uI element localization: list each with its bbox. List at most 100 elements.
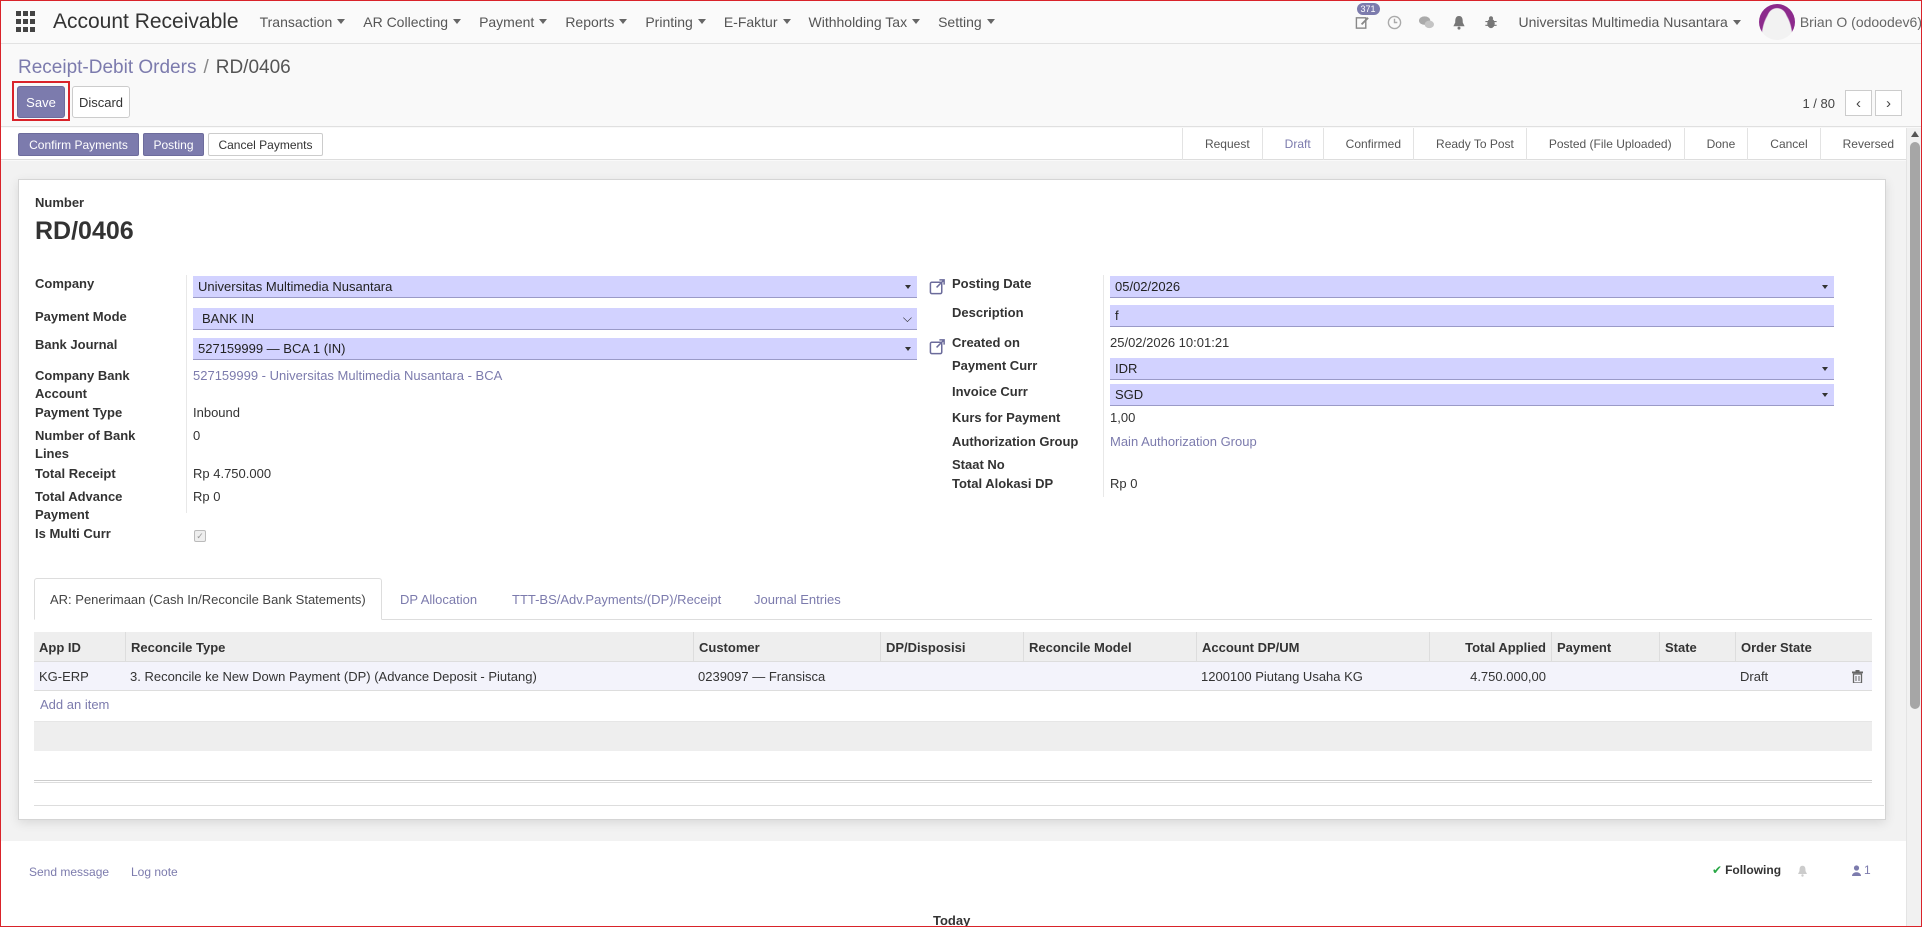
auth-group-link[interactable]: Main Authorization Group — [1110, 433, 1257, 451]
control-panel: Receipt-Debit Orders / RD/0406 — [0, 44, 1922, 127]
pager-value[interactable]: 1 / 80 — [1802, 96, 1835, 111]
menu-transaction[interactable]: Transaction — [251, 14, 355, 30]
breadcrumb-separator: / — [203, 57, 209, 78]
stage-done[interactable]: Done — [1683, 128, 1748, 160]
stage-cancel[interactable]: Cancel — [1747, 128, 1819, 160]
company-label: Company — [35, 276, 95, 291]
stage-request[interactable]: Request — [1181, 128, 1262, 160]
dropdown-icon — [1822, 393, 1828, 397]
status-bar: Confirm Payments Posting Cancel Payments… — [0, 128, 1906, 160]
tab-ar-penerimaan[interactable]: AR: Penerimaan (Cash In/Reconcile Bank S… — [34, 578, 382, 620]
column-customer[interactable]: Customer — [693, 632, 880, 662]
bell-icon[interactable] — [1443, 0, 1475, 44]
scrollbar-thumb[interactable] — [1910, 142, 1920, 709]
chatter: Send message Log note ✔ Following 1 Today — [0, 841, 1906, 927]
company-switcher[interactable]: Universitas Multimedia Nusantara — [1519, 14, 1741, 30]
apps-grid-icon[interactable] — [16, 10, 38, 33]
menu-setting[interactable]: Setting — [929, 14, 1004, 30]
column-account-dp-um[interactable]: Account DP/UM — [1196, 632, 1429, 662]
bell-icon[interactable] — [1797, 865, 1808, 877]
stage-reversed[interactable]: Reversed — [1819, 128, 1906, 160]
external-link-icon[interactable] — [929, 338, 946, 355]
created-on-value: 25/02/2026 10:01:21 — [1110, 335, 1230, 350]
notebook-tabs: AR: Penerimaan (Cash In/Reconcile Bank S… — [34, 578, 1872, 620]
scroll-up-icon[interactable] — [1911, 131, 1919, 137]
menu-payment[interactable]: Payment — [470, 14, 556, 30]
confirm-payments-button[interactable]: Confirm Payments — [18, 133, 139, 156]
today-separator: Today — [933, 913, 971, 927]
app-title: Account Receivable — [53, 9, 239, 33]
add-item-link[interactable]: Add an item — [40, 697, 109, 712]
breadcrumb-current: RD/0406 — [215, 57, 291, 78]
tab-dp-allocation[interactable]: DP Allocation — [385, 578, 492, 620]
following-button[interactable]: ✔ Following — [1712, 863, 1781, 877]
tab-ttt-bs-receipt[interactable]: TTT-BS/Adv.Payments/(DP)/Receipt — [497, 578, 736, 620]
company-field[interactable]: Universitas Multimedia Nusantara — [193, 276, 917, 298]
user-menu[interactable]: Brian O (odoodev6) — [1800, 14, 1922, 30]
description-label: Description — [952, 305, 1024, 320]
payment-mode-select[interactable]: BANK IN ⌵ — [193, 308, 917, 330]
posting-date-field[interactable]: 05/02/2026 — [1110, 276, 1834, 298]
column-total-applied[interactable]: Total Applied — [1429, 632, 1551, 662]
caret-down-icon — [912, 19, 921, 24]
bank-journal-label: Bank Journal — [35, 337, 118, 352]
right-group-divider — [1103, 275, 1104, 497]
menu-printing[interactable]: Printing — [636, 14, 714, 30]
pager-previous-icon[interactable]: ‹ — [1845, 90, 1872, 116]
number-bank-lines-label-2: Lines — [35, 446, 69, 461]
menu-ar-collecting[interactable]: AR Collecting — [354, 14, 470, 30]
stage-confirmed[interactable]: Confirmed — [1322, 128, 1413, 160]
external-link-icon[interactable] — [929, 278, 946, 295]
posting-date-label: Posting Date — [952, 276, 1032, 291]
cell-payment — [1551, 662, 1659, 691]
column-app-id[interactable]: App ID — [34, 632, 125, 662]
activity-edit-icon[interactable]: 371 — [1347, 0, 1380, 44]
vertical-scrollbar[interactable] — [1906, 128, 1922, 927]
bug-icon[interactable] — [1475, 0, 1507, 44]
menu-reports[interactable]: Reports — [556, 14, 636, 30]
clock-icon[interactable] — [1379, 0, 1411, 44]
column-dp-disposisi[interactable]: DP/Disposisi — [880, 632, 1023, 662]
pager: 1 / 80 ‹ › — [1802, 90, 1902, 116]
column-state[interactable]: State — [1659, 632, 1735, 662]
bank-journal-field[interactable]: 527159999 — BCA 1 (IN) — [193, 338, 917, 360]
stage-ready-to-post[interactable]: Ready To Post — [1413, 128, 1526, 160]
send-message-button[interactable]: Send message — [29, 865, 109, 879]
description-input[interactable]: f — [1110, 305, 1834, 327]
menu-withholding-tax[interactable]: Withholding Tax — [800, 14, 930, 30]
log-note-button[interactable]: Log note — [131, 865, 178, 879]
table-row[interactable]: KG-ERP 3. Reconcile ke New Down Payment … — [34, 662, 1872, 691]
caret-down-icon — [453, 19, 462, 24]
payment-curr-field[interactable]: IDR — [1110, 358, 1834, 380]
kurs-label: Kurs for Payment — [952, 410, 1061, 425]
cell-customer: 0239097 — Fransisca — [698, 669, 826, 684]
breadcrumb-parent-link[interactable]: Receipt-Debit Orders — [18, 57, 196, 79]
dropdown-icon — [905, 285, 911, 289]
company-bank-account-link[interactable]: 527159999 - Universitas Multimedia Nusan… — [193, 367, 502, 385]
discard-button[interactable]: Discard — [72, 86, 130, 118]
caret-down-icon — [539, 19, 548, 24]
cancel-payments-button[interactable]: Cancel Payments — [208, 133, 323, 156]
navbar-systray: 371 Universitas Multimedia Nusantara Bri… — [1347, 0, 1922, 44]
total-alokasi-label: Total Alokasi DP — [952, 476, 1054, 491]
tab-journal-entries[interactable]: Journal Entries — [739, 578, 856, 620]
avatar[interactable] — [1758, 4, 1795, 40]
trash-icon[interactable] — [1852, 670, 1863, 683]
posting-button[interactable]: Posting — [143, 133, 204, 156]
column-payment[interactable]: Payment — [1551, 632, 1659, 662]
payment-curr-label: Payment Curr — [952, 358, 1038, 373]
followers-button[interactable]: 1 — [1852, 863, 1871, 877]
column-reconcile-type[interactable]: Reconcile Type — [125, 632, 693, 662]
column-order-state[interactable]: Order State — [1735, 632, 1849, 662]
column-reconcile-model[interactable]: Reconcile Model — [1023, 632, 1196, 662]
total-advance-value: Rp 0 — [193, 489, 221, 504]
table-footer — [34, 780, 1872, 783]
chat-icon[interactable] — [1411, 0, 1443, 44]
stage-draft[interactable]: Draft — [1261, 128, 1323, 160]
record-number: RD/0406 — [35, 217, 134, 245]
invoice-curr-field[interactable]: SGD — [1110, 384, 1834, 406]
stage-posted[interactable]: Posted (File Uploaded) — [1525, 128, 1684, 160]
caret-down-icon — [619, 19, 628, 24]
pager-next-icon[interactable]: › — [1875, 90, 1902, 116]
menu-e-faktur[interactable]: E-Faktur — [715, 14, 800, 30]
